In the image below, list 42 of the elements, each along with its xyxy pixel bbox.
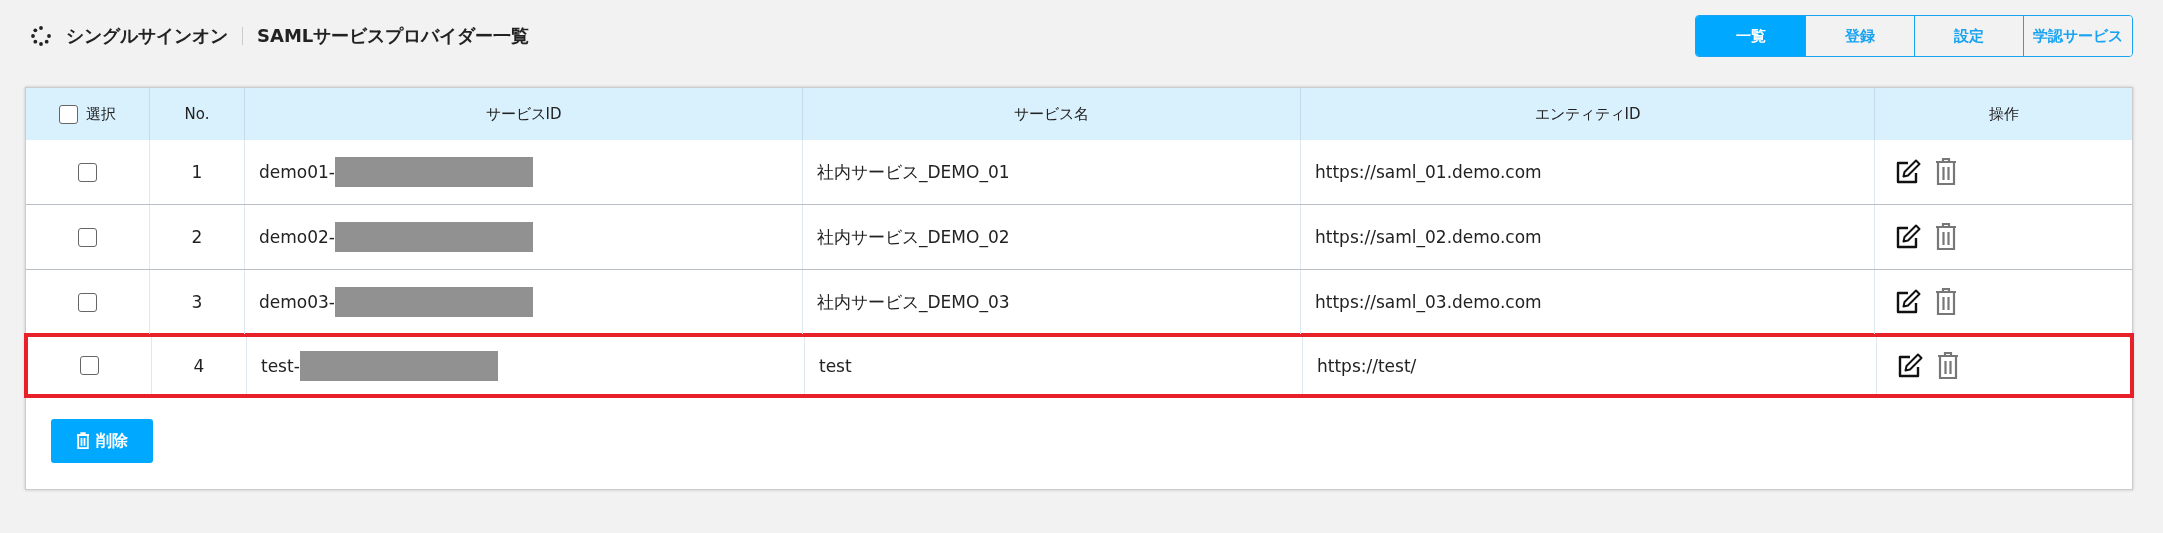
edit-icon[interactable]: [1895, 224, 1921, 250]
table-cell: demo02-: [259, 227, 335, 247]
table-cell: https://saml_03.demo.com: [1315, 292, 1542, 312]
trash-icon[interactable]: [1935, 222, 1957, 252]
edit-icon[interactable]: [1895, 159, 1921, 185]
trash-icon[interactable]: [1937, 350, 1959, 381]
column-header: 操作: [1988, 104, 2019, 124]
trash-icon[interactable]: [1935, 287, 1957, 317]
page-title: SAMLサービスプロバイダー一覧: [257, 24, 530, 48]
table-cell: test: [819, 355, 852, 376]
trash-icon: [76, 432, 90, 450]
table-cell: 社内サービス_DEMO_02: [817, 225, 1010, 249]
tab[interactable]: 一覧: [1696, 16, 1805, 56]
table-cell: https://saml_02.demo.com: [1315, 227, 1542, 247]
column-header: No.: [184, 105, 210, 123]
column-header: 選択: [86, 104, 116, 124]
table-cell: 2: [191, 227, 203, 247]
delete-button[interactable]: 削除: [51, 419, 153, 463]
table-cell: 3: [191, 292, 203, 312]
tab[interactable]: 学認サービス: [2023, 16, 2132, 56]
row-checkbox[interactable]: [78, 162, 97, 182]
row-checkbox[interactable]: [80, 356, 99, 375]
table-cell: https://saml_01.demo.com: [1315, 162, 1542, 182]
row-checkbox[interactable]: [78, 227, 97, 247]
table-cell: 社内サービス_DEMO_03: [817, 290, 1010, 314]
spinner-icon: [30, 25, 52, 47]
table-cell: 1: [191, 162, 203, 182]
edit-icon[interactable]: [1895, 289, 1921, 315]
edit-icon[interactable]: [1897, 352, 1923, 379]
column-header: サービスID: [485, 104, 562, 124]
row-checkbox[interactable]: [78, 292, 97, 312]
table-cell: test-: [261, 355, 300, 376]
column-header: サービス名: [1014, 104, 1089, 124]
table-cell: 4: [193, 355, 205, 376]
table-cell: demo01-: [259, 162, 335, 182]
table-cell: demo03-: [259, 292, 335, 312]
trash-icon[interactable]: [1935, 157, 1957, 187]
select-all-checkbox[interactable]: [59, 104, 78, 124]
app-title: シングルサインオン: [66, 24, 228, 48]
table-cell: 社内サービス_DEMO_01: [817, 160, 1010, 184]
column-header: エンティティID: [1534, 104, 1641, 124]
table-cell: https://test/: [1317, 355, 1417, 376]
